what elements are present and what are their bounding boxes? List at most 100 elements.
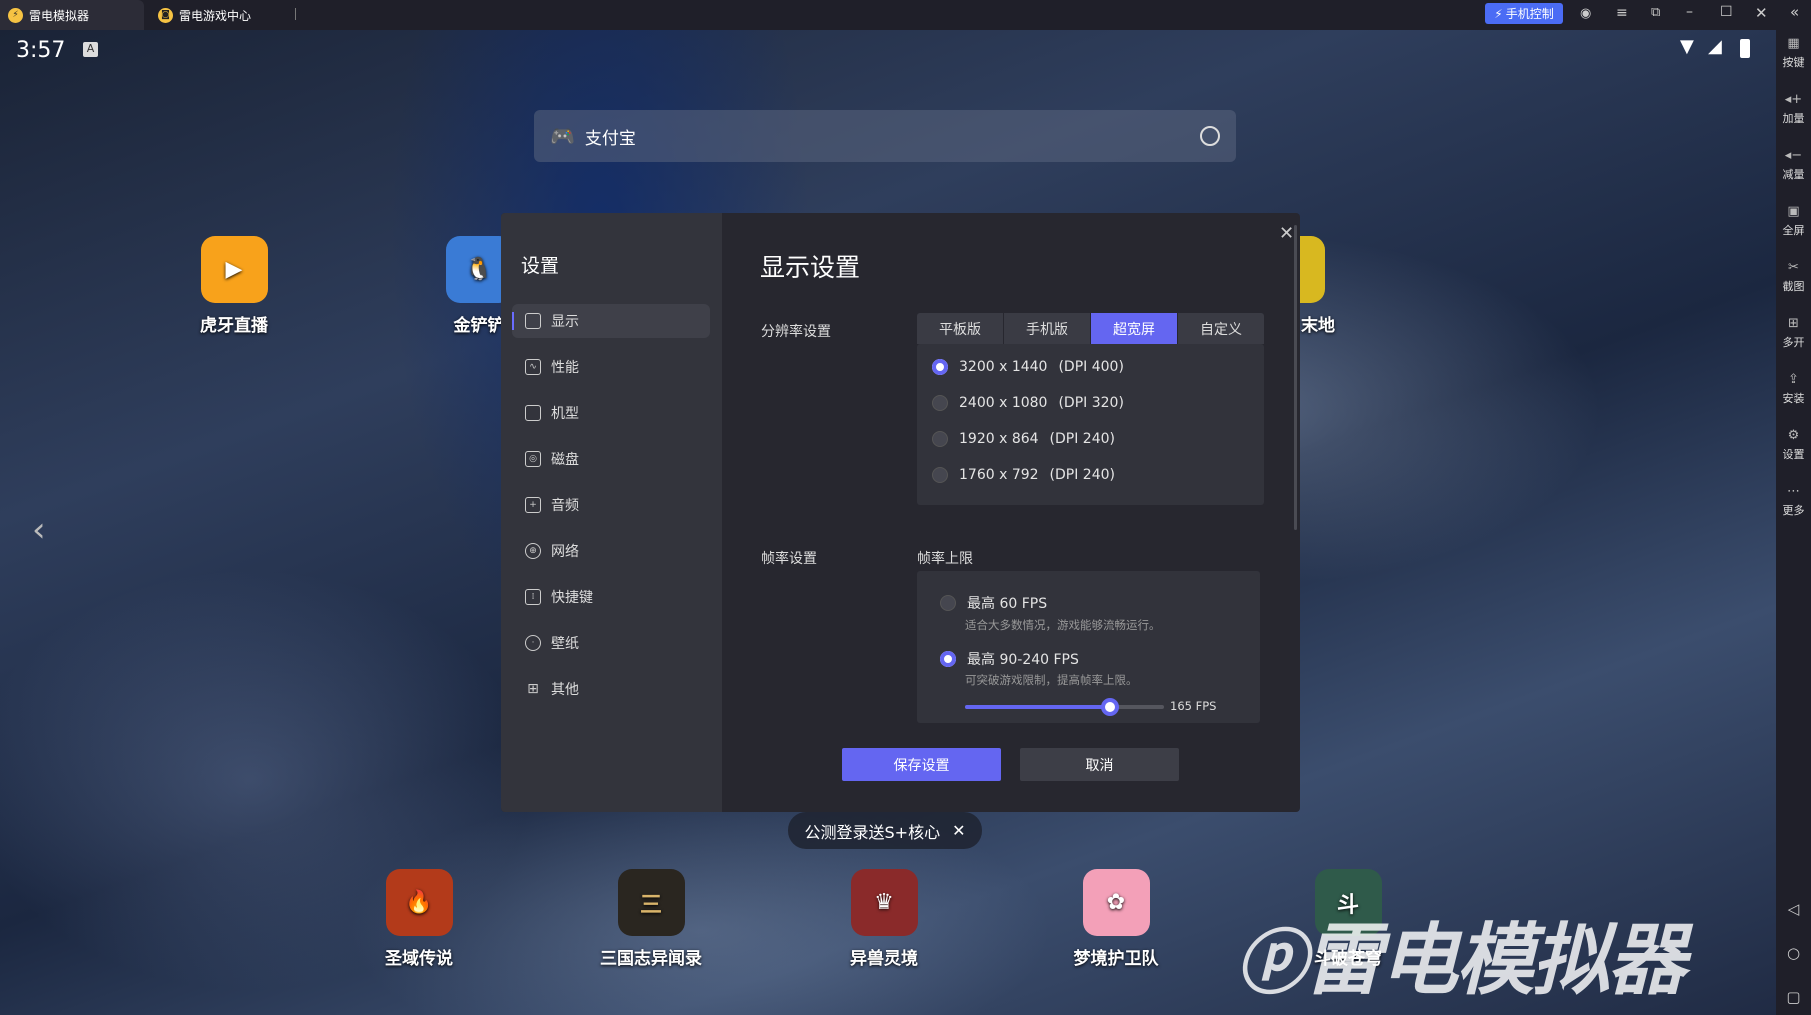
fps-option-high[interactable]: 最高 90-240 FPS — [940, 649, 1079, 669]
save-button[interactable]: 保存设置 — [842, 748, 1001, 781]
lightning-icon: ⚡ — [1494, 6, 1503, 21]
toolbar-volume-down[interactable]: ◂− 减量 — [1776, 148, 1811, 182]
toolbar-label: 设置 — [1782, 448, 1805, 461]
minimize-icon[interactable]: – — [1686, 4, 1693, 20]
toolbar-screenshot[interactable]: ✂ 截图 — [1776, 260, 1811, 294]
home-button[interactable]: ○ — [1776, 944, 1811, 962]
app-label: 末地 — [1301, 316, 1335, 336]
search-bar[interactable]: 🎮 支付宝 — [534, 110, 1236, 162]
app-huya[interactable]: ▶ 虎牙直播 — [164, 236, 304, 336]
toolbar-multi[interactable]: ⊞ 多开 — [1776, 316, 1811, 350]
page-left-arrow[interactable]: ‹ — [32, 510, 46, 550]
toolbar-label: 减量 — [1782, 168, 1805, 181]
tab-game-center[interactable]: ◙ 雷电游戏中心 — [150, 0, 290, 30]
maximize-icon[interactable]: ☐ — [1720, 4, 1733, 20]
app-label: 三国志异闻录 — [600, 949, 702, 969]
volume-up-icon: ◂+ — [1784, 92, 1803, 107]
dock-app[interactable]: 三三国志异闻录 — [581, 869, 721, 969]
phone-control-button[interactable]: ⚡ 手机控制 — [1485, 3, 1563, 24]
dock-app[interactable]: ♛ 异兽灵境 — [814, 869, 954, 969]
resolution-option[interactable]: 1920 x 864 (DPI 240) — [932, 431, 1115, 447]
resolution-option[interactable]: 1760 x 792 (DPI 240) — [932, 467, 1115, 483]
dock-app[interactable]: 🔥 圣域传说 — [349, 869, 489, 969]
toolbar-label: 按键 — [1782, 56, 1805, 69]
radio[interactable] — [932, 431, 948, 447]
collapse-sidebar-icon[interactable]: « — [1790, 3, 1799, 21]
tab-ultrawide[interactable]: 超宽屏 — [1091, 313, 1178, 344]
disk-icon: ◎ — [525, 451, 541, 467]
cancel-button[interactable]: 取消 — [1020, 748, 1179, 781]
nav-other[interactable]: ⊞ 其他 — [512, 672, 710, 706]
recents-button[interactable]: ▢ — [1776, 988, 1811, 1006]
dpi-value: (DPI 400) — [1058, 359, 1124, 375]
nav-disk[interactable]: ◎ 磁盘 — [512, 442, 710, 476]
resolution-label: 分辨率设置 — [761, 324, 831, 340]
fps-limit-label: 帧率上限 — [917, 551, 973, 567]
resolution-value: 1920 x 864 — [959, 431, 1039, 447]
settings-title: 设置 — [521, 255, 560, 277]
fps-options: 最高 60 FPS 适合大多数情况，游戏能够流畅运行。 最高 90-240 FP… — [917, 571, 1260, 723]
game-icon: ♛ — [850, 869, 918, 936]
search-input[interactable]: 支付宝 — [585, 124, 1190, 149]
toolbar-settings[interactable]: ⚙ 设置 — [1776, 428, 1811, 462]
resolution-option[interactable]: 3200 x 1440 (DPI 400) — [932, 359, 1124, 375]
globe-icon: ⊕ — [525, 543, 541, 559]
dpi-value: (DPI 320) — [1058, 395, 1124, 411]
tab-label: 雷电模拟器 — [29, 8, 90, 23]
scrollbar[interactable] — [1294, 225, 1297, 530]
status-time: 3:57 — [16, 38, 66, 63]
toolbar-more[interactable]: ⋯ 更多 — [1776, 484, 1811, 518]
nav-shortcuts[interactable]: ⁞ 快捷键 — [512, 580, 710, 614]
account-icon[interactable]: ◉ — [1580, 6, 1591, 21]
nav-wallpaper[interactable]: · 壁纸 — [512, 626, 710, 660]
tab-emulator[interactable]: ⚡ 雷电模拟器 — [0, 0, 144, 30]
radio[interactable] — [940, 595, 956, 611]
fps-slider-thumb[interactable] — [1101, 698, 1120, 716]
toolbar-install[interactable]: ⇪ 安装 — [1776, 372, 1811, 406]
radio-selected[interactable] — [940, 651, 956, 667]
fps-option-label: 最高 60 FPS — [967, 596, 1048, 612]
toolbar-label: 更多 — [1782, 504, 1805, 517]
nav-audio[interactable]: + 音频 — [512, 488, 710, 522]
toolbar-volume-up[interactable]: ◂+ 加量 — [1776, 92, 1811, 126]
tab-custom[interactable]: 自定义 — [1178, 313, 1264, 344]
fps-option-60[interactable]: 最高 60 FPS — [940, 593, 1047, 613]
gamepad-icon: + — [525, 497, 541, 513]
tab-phone[interactable]: 手机版 — [1004, 313, 1091, 344]
close-banner-icon[interactable]: ✕ — [952, 821, 965, 840]
notification-icon: A — [83, 42, 98, 57]
toolbar-label: 截图 — [1782, 280, 1805, 293]
nav-label: 性能 — [551, 360, 579, 376]
menu-icon[interactable]: ≡ — [1616, 5, 1628, 21]
resolution-value: 2400 x 1080 — [959, 395, 1048, 411]
radio-selected[interactable] — [932, 359, 948, 375]
back-button[interactable]: ◁ — [1776, 900, 1811, 918]
search-icon[interactable] — [1200, 126, 1220, 146]
toolbar-fullscreen[interactable]: ▣ 全屏 — [1776, 204, 1811, 238]
close-window-icon[interactable]: ✕ — [1755, 4, 1768, 22]
resolution-option[interactable]: 2400 x 1080 (DPI 320) — [932, 395, 1124, 411]
radio[interactable] — [932, 395, 948, 411]
nav-performance[interactable]: ∿ 性能 — [512, 350, 710, 384]
toolbar-keys[interactable]: ▦ 按键 — [1776, 36, 1811, 70]
nav-label: 壁纸 — [551, 636, 579, 652]
close-dialog-icon[interactable]: ✕ — [1279, 223, 1294, 244]
nav-model[interactable]: 机型 — [512, 396, 710, 430]
promo-banner[interactable]: 公测登录送S+核心 ✕ — [788, 812, 982, 849]
fps-slider[interactable] — [965, 698, 1164, 716]
gear-icon: ⚙ — [1787, 428, 1800, 443]
game-icon: ✿ — [1082, 869, 1150, 936]
radio[interactable] — [932, 467, 948, 483]
watermark-logo: ⓟ雷电模拟器 — [1236, 916, 1686, 1006]
app-logo-icon: ⚡ — [8, 7, 23, 23]
fullscreen-icon: ▣ — [1787, 204, 1800, 219]
toolbar-label: 全屏 — [1782, 224, 1805, 237]
tab-tablet[interactable]: 平板版 — [917, 313, 1004, 344]
nav-display[interactable]: 显示 — [512, 304, 710, 338]
dock-app[interactable]: ✿ 梦境护卫队 — [1046, 869, 1186, 969]
divider — [295, 8, 296, 20]
app-label: 异兽灵境 — [850, 949, 918, 969]
restore-window-icon[interactable]: ⧉ — [1651, 5, 1660, 20]
resolution-options: 3200 x 1440 (DPI 400) 2400 x 1080 (DPI 320… — [917, 344, 1264, 505]
nav-network[interactable]: ⊕ 网络 — [512, 534, 710, 568]
